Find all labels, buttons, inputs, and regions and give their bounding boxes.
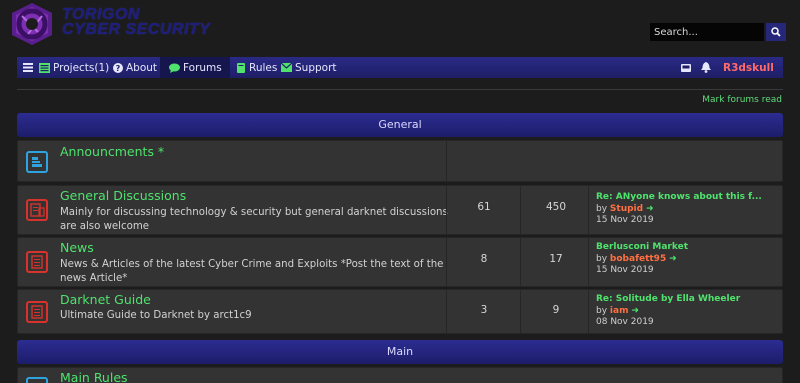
goto-last-post-icon[interactable]: ➜ [669, 254, 677, 264]
last-post-by-label: by [596, 253, 608, 264]
forum-title-link[interactable]: Announcments * [60, 144, 164, 159]
forum-row-main-rules: Main Rules [17, 367, 783, 383]
inbox-icon [681, 64, 691, 72]
last-post-date: 08 Nov 2019 [596, 317, 654, 327]
last-post-author: by iam ➜ [596, 306, 639, 316]
nav-rules-label: Rules [249, 61, 278, 74]
column-divider [588, 290, 589, 333]
nav-support[interactable]: Support [281, 57, 337, 78]
column-divider [446, 186, 447, 234]
private-messages-button[interactable] [681, 57, 694, 78]
topics-count: 3 [480, 304, 488, 316]
header-divider [17, 89, 783, 90]
last-post-user-link[interactable]: Stupid [610, 204, 643, 214]
main-navbar: Projects(1) ? About Forums Rules Support [17, 57, 783, 78]
last-post-user-link[interactable]: iam [610, 306, 629, 316]
bell-icon [701, 62, 711, 73]
forum-title-link[interactable]: News [60, 240, 94, 255]
category-title: Main [386, 345, 414, 358]
posts-count: 9 [552, 304, 560, 316]
last-post-by-label: by [596, 305, 608, 316]
forum-row-announcements: Announcments * [17, 140, 783, 182]
site-logo-text[interactable]: TORIGON CYBER SECURITY [62, 6, 211, 38]
list-icon [39, 62, 50, 73]
user-menu[interactable]: R3dskull [723, 57, 774, 78]
nav-support-label: Support [295, 61, 337, 74]
last-post-by-label: by [596, 203, 608, 214]
forum-title-link[interactable]: General Discussions [60, 188, 186, 203]
column-divider [520, 290, 521, 333]
nav-rules[interactable]: Rules [236, 57, 277, 78]
forum-description: Mainly for discussing technology & secur… [60, 207, 448, 232]
nav-projects-label: Projects(1) [53, 61, 110, 74]
posts-count: 450 [545, 201, 567, 213]
logo-line-1: TORIGON [62, 6, 140, 23]
posts-count: 17 [549, 253, 563, 265]
last-post-title-link[interactable]: Re: Solitude by Ella Wheeler [596, 294, 740, 306]
search-input[interactable] [650, 23, 764, 41]
column-divider [588, 186, 589, 234]
last-post-date: 15 Nov 2019 [596, 215, 654, 225]
last-post: Berlusconi Market by bobafett95 ➜ 15 Nov… [596, 242, 688, 277]
nav-about-label: About [126, 61, 158, 74]
column-divider [588, 238, 589, 286]
forum-description: News & Articles of the latest Cyber Crim… [60, 259, 444, 284]
category-general[interactable]: General [17, 113, 783, 137]
column-divider [520, 238, 521, 286]
forum-read-icon [26, 151, 48, 173]
nav-about[interactable]: ? About [113, 57, 157, 78]
last-post-author: by bobafett95 ➜ [596, 254, 677, 264]
logo-icon[interactable] [8, 2, 56, 46]
category-title: General [378, 118, 422, 131]
column-divider [446, 141, 447, 181]
forum-description: Ultimate Guide to Darknet by arct1c9 [60, 310, 252, 321]
mark-forums-read-link[interactable]: Mark forums read [702, 95, 782, 105]
column-divider [446, 238, 447, 286]
forum-unread-icon [26, 301, 48, 323]
last-post-title-link[interactable]: Re: ANyone knows about this f... [596, 192, 762, 204]
notifications-button[interactable] [701, 57, 714, 78]
nav-forums-label: Forums [183, 61, 222, 74]
forum-title-link[interactable]: Main Rules [60, 370, 128, 383]
search-button[interactable] [766, 23, 786, 41]
site-header: TORIGON CYBER SECURITY [0, 0, 800, 50]
search-icon [771, 27, 781, 37]
forum-row-general-discussions: General Discussions Mainly for discussin… [17, 185, 783, 235]
comment-icon [169, 63, 180, 73]
topics-count: 8 [480, 253, 488, 265]
last-post: Re: ANyone knows about this f... by Stup… [596, 192, 762, 227]
envelope-icon [281, 63, 292, 72]
question-circle-icon: ? [113, 62, 123, 73]
last-post: Re: Solitude by Ella Wheeler by iam ➜ 08… [596, 294, 740, 329]
last-post-user-link[interactable]: bobafett95 [610, 254, 666, 264]
nav-projects[interactable]: Projects(1) [39, 57, 109, 78]
hamburger-icon [23, 63, 33, 72]
logo-line-2: CYBER SECURITY [62, 21, 211, 38]
forum-unread-icon [26, 199, 48, 221]
nav-forums[interactable]: Forums [160, 57, 230, 78]
goto-last-post-icon[interactable]: ➜ [631, 306, 639, 316]
goto-last-post-icon[interactable]: ➜ [646, 204, 654, 214]
column-divider [446, 290, 447, 333]
topics-count: 61 [477, 201, 491, 213]
forum-row-darknet-guide: Darknet Guide Ultimate Guide to Darknet … [17, 289, 783, 334]
last-post-author: by Stupid ➜ [596, 204, 654, 214]
forum-read-icon [26, 377, 48, 383]
column-divider [520, 186, 521, 234]
book-icon [237, 62, 245, 73]
svg-text:?: ? [116, 64, 121, 73]
forum-title-link[interactable]: Darknet Guide [60, 292, 151, 307]
last-post-title-link[interactable]: Berlusconi Market [596, 242, 688, 254]
forum-unread-icon [26, 251, 48, 273]
forum-row-news: News News & Articles of the latest Cyber… [17, 237, 783, 287]
category-main[interactable]: Main [17, 340, 783, 364]
username-label: R3dskull [723, 61, 774, 74]
menu-toggle-button[interactable] [23, 57, 36, 78]
last-post-date: 15 Nov 2019 [596, 265, 654, 275]
